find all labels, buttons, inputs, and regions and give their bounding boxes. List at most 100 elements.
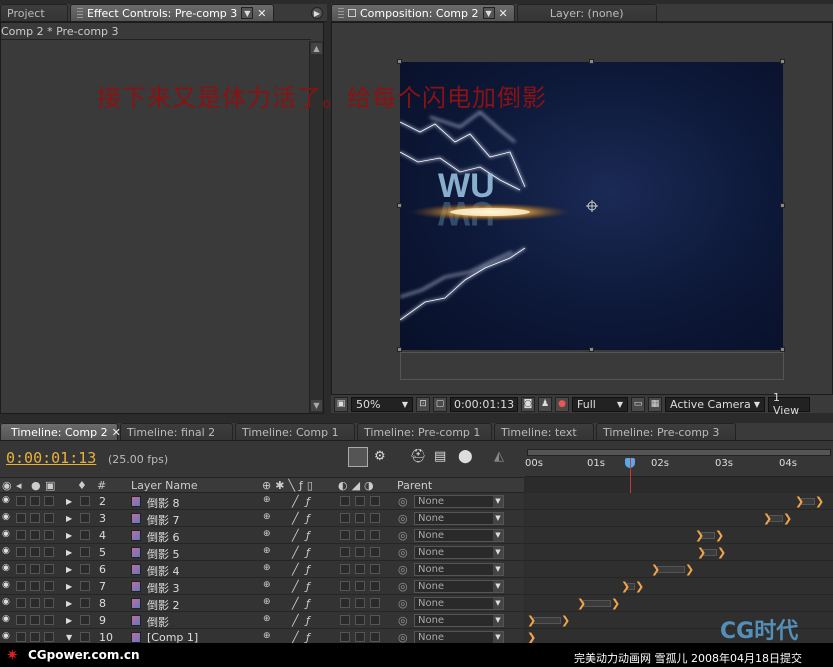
safe-zones-icon[interactable]: ⊡ bbox=[416, 396, 430, 412]
3d-switch[interactable] bbox=[370, 530, 380, 540]
audio-switch[interactable] bbox=[16, 547, 26, 557]
eye-icon[interactable]: ◉ bbox=[2, 614, 10, 624]
solo-switch[interactable] bbox=[30, 496, 40, 506]
fx-switch-icon[interactable]: ƒ bbox=[306, 580, 310, 593]
chevron-down-icon[interactable]: ▼ bbox=[493, 547, 503, 558]
hide-shy-icon[interactable]: ▤ bbox=[434, 449, 446, 464]
pickwhip-icon[interactable]: ◎ bbox=[398, 580, 408, 593]
quality-switch-icon[interactable]: ╱ bbox=[292, 597, 299, 610]
keyframe-marker[interactable]: ❯ bbox=[527, 632, 536, 643]
label-swatch[interactable] bbox=[80, 581, 90, 591]
chevron-down-icon[interactable]: ▼ bbox=[482, 7, 495, 19]
fx-switch-icon[interactable]: ƒ bbox=[306, 546, 310, 559]
solo-switch[interactable] bbox=[30, 513, 40, 523]
motion-blur-switch[interactable] bbox=[340, 598, 350, 608]
collapse-switch-icon[interactable]: ⊕ bbox=[263, 495, 271, 505]
track-row[interactable]: ❯ ❯ bbox=[525, 578, 833, 595]
solo-switch[interactable] bbox=[30, 632, 40, 642]
quality-switch-icon[interactable]: ╱ bbox=[292, 512, 299, 525]
motion-blur-switch[interactable] bbox=[340, 530, 350, 540]
tab-timeline-precomp1[interactable]: Timeline: Pre-comp 1 bbox=[357, 423, 492, 440]
collapse-switch-icon[interactable]: ⊕ bbox=[263, 580, 271, 590]
layer-row[interactable]: ◉ ▶ 7 倒影 3 ⊕ ╱ ƒ ◎ None ▼ bbox=[0, 578, 524, 595]
adjustment-switch[interactable] bbox=[355, 513, 365, 523]
show-snapshot-icon[interactable]: ♟ bbox=[538, 396, 552, 412]
layer-name[interactable]: 倒影 5 bbox=[147, 546, 180, 562]
selection-handle[interactable] bbox=[397, 347, 402, 352]
resolution-select[interactable]: Full ▼ bbox=[572, 396, 628, 412]
solo-icon[interactable]: ● bbox=[31, 479, 41, 492]
adjustment-switch[interactable] bbox=[355, 581, 365, 591]
selection-handle[interactable] bbox=[589, 347, 594, 352]
chevron-down-icon[interactable]: ▼ bbox=[493, 513, 503, 524]
track-row[interactable]: ❯ ❯ bbox=[525, 493, 833, 510]
lock-switch[interactable] bbox=[44, 598, 54, 608]
lock-switch[interactable] bbox=[44, 547, 54, 557]
motion-blur-switch[interactable] bbox=[340, 581, 350, 591]
frame-blending-icon[interactable]: ⬤ bbox=[458, 449, 473, 464]
layer-row[interactable]: ◉ ▶ 8 倒影 2 ⊕ ╱ ƒ ◎ None ▼ bbox=[0, 595, 524, 612]
grip-icon[interactable] bbox=[338, 8, 344, 18]
keyframe-marker[interactable]: ❯ bbox=[577, 598, 586, 609]
keyframe-marker[interactable]: ❯ bbox=[611, 598, 620, 609]
track-row[interactable]: ❯ ❯ bbox=[525, 544, 833, 561]
tab-layer[interactable]: Layer: (none) bbox=[516, 4, 657, 21]
fx-switch-icon[interactable]: ƒ bbox=[306, 597, 310, 610]
lock-switch[interactable] bbox=[44, 632, 54, 642]
scroll-up-icon[interactable]: ▲ bbox=[311, 43, 322, 54]
keyframe-marker[interactable]: ❯ bbox=[635, 581, 644, 592]
quality-switch-icon[interactable]: ╱ bbox=[292, 546, 299, 559]
parent-select[interactable]: None ▼ bbox=[414, 580, 504, 593]
pickwhip-icon[interactable]: ◎ bbox=[398, 512, 408, 525]
expand-icon[interactable]: ▶ bbox=[66, 582, 72, 591]
chevron-down-icon[interactable]: ▼ bbox=[493, 632, 503, 643]
layer-name[interactable]: 倒影 7 bbox=[147, 512, 180, 528]
parent-select[interactable]: None ▼ bbox=[414, 597, 504, 610]
grip-icon[interactable] bbox=[77, 8, 83, 18]
chevron-down-icon[interactable]: ▼ bbox=[493, 530, 503, 541]
parent-select[interactable]: None ▼ bbox=[414, 546, 504, 559]
expand-icon[interactable]: ▶ bbox=[66, 565, 72, 574]
audio-switch[interactable] bbox=[16, 496, 26, 506]
label-swatch[interactable] bbox=[80, 547, 90, 557]
layer-name[interactable]: 倒影 3 bbox=[147, 580, 180, 596]
region-of-interest-icon[interactable]: ▭ bbox=[631, 396, 645, 412]
eye-icon[interactable]: ◉ bbox=[2, 597, 10, 607]
pickwhip-icon[interactable]: ◎ bbox=[398, 529, 408, 542]
audio-switch[interactable] bbox=[16, 632, 26, 642]
audio-switch[interactable] bbox=[16, 598, 26, 608]
collapse-switch-icon[interactable]: ⊕ bbox=[263, 563, 271, 573]
audio-icon[interactable]: ◂ bbox=[16, 479, 22, 492]
layer-name[interactable]: 倒影 8 bbox=[147, 495, 180, 511]
chevron-down-icon[interactable]: ▼ bbox=[493, 564, 503, 575]
viewer-timecode[interactable]: 0:00:01:13 bbox=[450, 396, 518, 412]
panel-menu-icon[interactable]: ▶ bbox=[311, 7, 323, 19]
switches-icon[interactable]: ⊕✱╲ƒ▯ bbox=[262, 479, 317, 492]
chevron-down-icon[interactable]: ▼ bbox=[493, 496, 503, 507]
collapse-switch-icon[interactable]: ⊕ bbox=[263, 512, 271, 522]
mask-icon[interactable]: ▢ bbox=[433, 396, 447, 412]
keyframe-marker[interactable]: ❯ bbox=[783, 513, 792, 524]
layer-row[interactable]: ◉ ▶ 3 倒影 7 ⊕ ╱ ƒ ◎ None ▼ bbox=[0, 510, 524, 527]
keyframe-marker[interactable]: ❯ bbox=[527, 615, 536, 626]
solo-switch[interactable] bbox=[30, 530, 40, 540]
3d-switch[interactable] bbox=[370, 564, 380, 574]
parent-select[interactable]: None ▼ bbox=[414, 529, 504, 542]
solo-switch[interactable] bbox=[30, 615, 40, 625]
selection-handle[interactable] bbox=[397, 59, 402, 64]
eye-icon[interactable]: ◉ bbox=[2, 479, 12, 492]
lock-icon[interactable]: ▣ bbox=[45, 479, 55, 492]
3d-switch[interactable] bbox=[370, 581, 380, 591]
work-area-bar[interactable] bbox=[527, 449, 831, 456]
always-preview-icon[interactable]: ▣ bbox=[334, 396, 348, 412]
label-icon[interactable]: ♦ bbox=[77, 479, 87, 492]
quality-switch-icon[interactable]: ╱ bbox=[292, 529, 299, 542]
audio-switch[interactable] bbox=[16, 564, 26, 574]
motion-blur-switch[interactable] bbox=[340, 615, 350, 625]
solo-switch[interactable] bbox=[30, 598, 40, 608]
track-row[interactable]: ❯ ❯ bbox=[525, 595, 833, 612]
view-layout-select[interactable]: 1 View bbox=[768, 391, 810, 417]
3d-switch[interactable] bbox=[370, 547, 380, 557]
expand-icon[interactable]: ▶ bbox=[66, 548, 72, 557]
channel-icon[interactable]: ● bbox=[555, 396, 569, 412]
